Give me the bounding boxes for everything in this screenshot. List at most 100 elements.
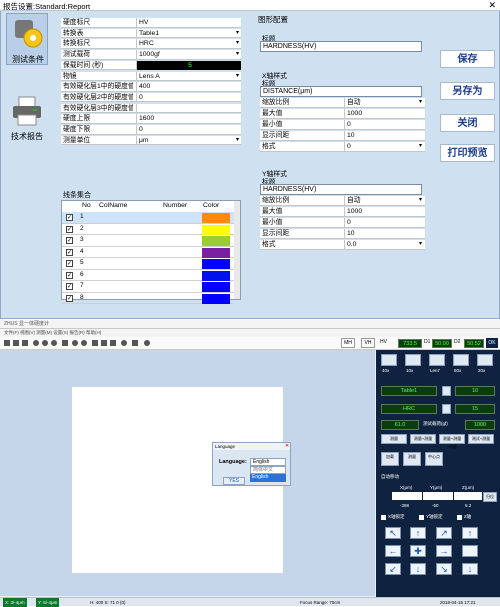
yaxis-row-value[interactable]: 自动	[344, 196, 425, 206]
x-position-input[interactable]	[392, 492, 422, 500]
menu-items[interactable]: 文件(F) 视图(V) 测量(M) 设置(S) 报告(R) 帮助(H)	[0, 330, 101, 335]
line-checkbox[interactable]: ✓	[66, 248, 73, 256]
lens-button[interactable]	[453, 354, 469, 366]
xaxis-row-value[interactable]: 自动	[344, 98, 425, 108]
line-color-swatch[interactable]	[202, 236, 230, 246]
save-as-button[interactable]: 另存为	[440, 82, 495, 100]
line-color-swatch[interactable]	[202, 224, 230, 235]
line-checkbox[interactable]: ✓	[66, 237, 73, 244]
action-button[interactable]: 中心点	[425, 452, 443, 466]
chevron-down-icon[interactable]: ▾	[236, 29, 239, 36]
xaxis-row-value[interactable]: 0	[344, 120, 425, 130]
line-checkbox[interactable]: ✓	[66, 225, 73, 233]
line-color-swatch[interactable]	[202, 259, 230, 269]
nav-test-conditions[interactable]: 测试条件	[6, 13, 48, 65]
language-option-english[interactable]: English	[250, 474, 286, 482]
print-preview-button[interactable]: 打印预览	[440, 144, 495, 162]
line-checkbox[interactable]: ✓	[66, 271, 73, 279]
axis-lock-checkbox[interactable]	[419, 515, 424, 520]
chevron-down-icon[interactable]: ▾	[419, 142, 422, 149]
yaxis-row-value[interactable]: 10	[344, 229, 425, 239]
chevron-down-icon[interactable]: ▾	[419, 98, 422, 105]
jog-left-icon[interactable]: ←	[385, 545, 401, 557]
hardness-row-value[interactable]: 0	[136, 92, 241, 103]
line-table-scrollbar[interactable]	[234, 201, 240, 299]
jog-up-icon[interactable]: ↑	[410, 527, 426, 539]
ok-button[interactable]: OK	[486, 338, 498, 348]
chevron-down-icon[interactable]: ▾	[236, 72, 239, 79]
language-option-chinese[interactable]: 简体中文	[250, 466, 286, 474]
xaxis-row-value[interactable]: 10	[344, 131, 425, 141]
chevron-down-icon[interactable]: ▾	[236, 50, 239, 57]
jog-up-left-icon[interactable]: ↖	[385, 527, 401, 539]
selector-button[interactable]	[442, 386, 451, 396]
line-color-swatch[interactable]	[202, 282, 230, 292]
hardness-row-value[interactable]: 5	[136, 60, 241, 71]
axis-lock-checkbox[interactable]	[457, 515, 462, 520]
hardness-row-value[interactable]: 400	[136, 82, 241, 92]
jog-blank-icon[interactable]	[462, 545, 478, 557]
jog-z-down-icon[interactable]: ↓	[462, 563, 478, 575]
chart-title-input[interactable]: HARDNESS(HV)	[260, 41, 422, 52]
vh-button[interactable]: VH	[361, 338, 375, 348]
hardness-row-value[interactable]	[136, 103, 241, 114]
lens-button[interactable]	[405, 354, 421, 366]
hardness-row-value[interactable]: 1600	[136, 114, 241, 124]
axis-lock-checkbox[interactable]	[381, 515, 386, 520]
conversion-num-display[interactable]: 15	[455, 404, 495, 414]
xaxis-row-value[interactable]: 0	[344, 142, 425, 152]
line-checkbox[interactable]: ✓	[66, 214, 73, 221]
home-button[interactable]: 归位	[483, 492, 497, 502]
conversion-display[interactable]: HRC	[381, 404, 437, 414]
hardness-row-value[interactable]: μm	[136, 135, 241, 146]
yes-button[interactable]: YES	[223, 477, 245, 485]
selector-button[interactable]	[442, 404, 451, 414]
jog-down-right-icon[interactable]: ↘	[436, 563, 452, 575]
measure-button[interactable]: 测量+测量	[410, 434, 436, 444]
nav-tech-report[interactable]: 技术报告	[6, 91, 48, 143]
action-button[interactable]: 加载	[381, 452, 399, 466]
jog-up-right-icon[interactable]: ↗	[436, 527, 452, 539]
chevron-down-icon[interactable]: ▾	[419, 240, 422, 247]
measure-button[interactable]: 测试+测量	[468, 434, 494, 444]
action-button[interactable]: 测量	[403, 452, 421, 466]
lens-button[interactable]	[429, 354, 445, 366]
jog-down-left-icon[interactable]: ↙	[385, 563, 401, 575]
z-position-input[interactable]	[454, 492, 482, 500]
lens-button[interactable]	[381, 354, 397, 366]
language-select[interactable]: English	[250, 458, 286, 466]
toolbar-icons[interactable]	[2, 337, 162, 350]
close-window-icon[interactable]: ✕	[488, 0, 496, 11]
jog-down-icon[interactable]: ↓	[410, 563, 426, 575]
xaxis-row-value[interactable]: 1000	[344, 109, 425, 119]
chevron-down-icon[interactable]: ▾	[236, 39, 239, 46]
table-num-display[interactable]: 10	[455, 386, 495, 396]
yaxis-row-value[interactable]: 0.0	[344, 240, 425, 250]
hardness-row-value[interactable]: 1000gf	[136, 50, 241, 60]
hardness-row-value[interactable]: Lens A	[136, 71, 241, 81]
table-name-display[interactable]: Table1	[381, 386, 437, 396]
yaxis-row-value[interactable]: 1000	[344, 207, 425, 217]
line-color-swatch[interactable]	[202, 247, 230, 258]
close-button[interactable]: 关闭	[440, 114, 495, 132]
dialog-close-icon[interactable]: ✕	[285, 443, 289, 449]
hardness-row-value[interactable]: Table1	[136, 28, 241, 39]
chevron-down-icon[interactable]: ▾	[419, 196, 422, 203]
save-button[interactable]: 保存	[440, 50, 495, 68]
line-checkbox[interactable]: ✓	[66, 294, 73, 302]
yaxis-title-input[interactable]: HARDNESS(HV)	[260, 184, 422, 195]
jog-center-icon[interactable]: ✚	[410, 545, 426, 557]
line-color-swatch[interactable]	[202, 293, 230, 304]
xaxis-title-input[interactable]: DISTANCE(μm)	[260, 86, 422, 97]
lens-button[interactable]	[477, 354, 493, 366]
measure-button[interactable]: 测量+测量+测量	[439, 434, 465, 449]
yaxis-row-value[interactable]: 0	[344, 218, 425, 228]
y-position-input[interactable]	[423, 492, 453, 500]
measure-button[interactable]: 测量	[381, 434, 407, 444]
hardness-row-value[interactable]: HRC	[136, 39, 241, 49]
chevron-down-icon[interactable]: ▾	[236, 136, 239, 143]
hardness-row-value[interactable]: HV	[136, 18, 241, 28]
hardness-row-value[interactable]: 0	[136, 125, 241, 135]
jog-z-up-icon[interactable]: ↑	[462, 527, 478, 539]
line-color-swatch[interactable]	[202, 270, 230, 281]
